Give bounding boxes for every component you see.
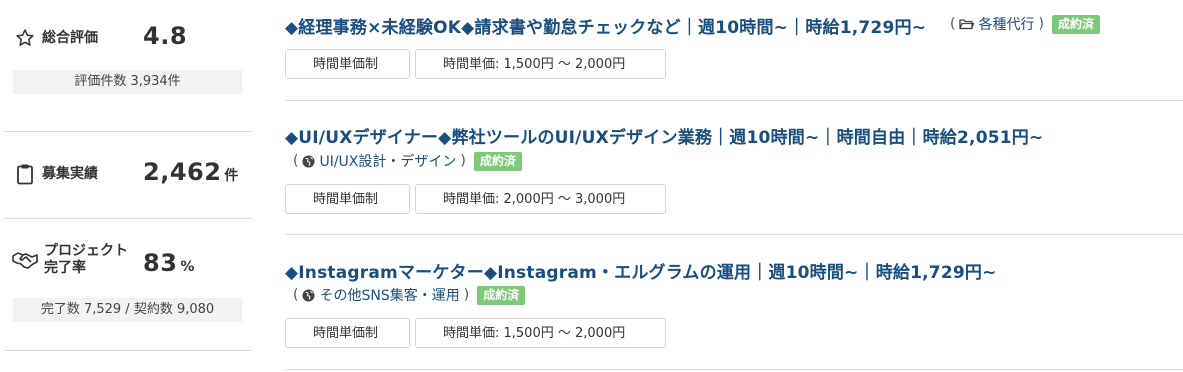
completion-label: プロジェクト 完了率 [44, 243, 128, 277]
job-title-link[interactable]: ◆Instagramマーケター◆Instagram・エルグラムの運用｜週10時間… [285, 258, 997, 283]
recruit-value: 2,462 件 [143, 158, 239, 186]
hourly-rate-tag: 時間単価: 1,500円 〜 2,000円 [415, 49, 666, 79]
clipboard-icon [14, 163, 36, 185]
job-category-line: ( 各種代行 ) 成約済 [950, 14, 1100, 34]
completion-label-line2: 完了率 [44, 260, 86, 276]
recruit-stat: 募集実績 2,462 件 [0, 132, 252, 218]
hourly-rate-tag: 時間単価: 1,500円 〜 2,000円 [415, 318, 666, 348]
rating-stat: 総合評価 4.8 評価件数 3,934件 [0, 0, 252, 131]
job-category-line: ( その他SNS集客・運用 ) 成約済 [293, 285, 526, 305]
pricing-type-tag: 時間単価制 [285, 49, 410, 79]
status-badge: 成約済 [477, 285, 526, 305]
completion-count: 完了数 7,529 / 契約数 9,080 [13, 298, 242, 322]
job-category-link[interactable]: その他SNS集客・運用 [302, 285, 460, 305]
folder-icon [959, 19, 975, 30]
job-title-link[interactable]: ◆UI/UXデザイナー◆弊社ツールのUI/UXデザイン業務｜週10時間~｜時間自… [285, 123, 1043, 148]
recruit-unit: 件 [224, 168, 239, 184]
recruit-label: 募集実績 [42, 165, 98, 182]
job-title-link[interactable]: ◆経理事務×未経験OK◆請求書や勤怠チェックなど｜週10時間~｜時給1,729円… [285, 13, 926, 38]
globe-icon [302, 288, 316, 302]
pricing-type-tag: 時間単価制 [285, 318, 410, 348]
status-badge: 成約済 [1051, 14, 1100, 34]
job-category-link[interactable]: 各種代行 [959, 14, 1034, 34]
job-divider [285, 369, 1183, 370]
paren-open: ( [950, 16, 956, 32]
handshake-icon [12, 249, 38, 271]
pricing-type-tag: 時間単価制 [285, 184, 410, 214]
stat-divider [4, 350, 252, 351]
recruit-number: 2,462 [143, 158, 222, 186]
paren-close: ) [460, 153, 466, 169]
completion-value: 83% [143, 249, 195, 277]
job-category-link[interactable]: UI/UX設計・デザイン [302, 151, 456, 171]
job-item: ◆経理事務×未経験OK◆請求書や勤怠チェックなど｜週10時間~｜時給1,729円… [285, 0, 1183, 100]
star-outline-icon [14, 27, 36, 49]
completion-number: 83 [143, 249, 178, 277]
paren-close: ) [1038, 16, 1044, 32]
globe-icon [302, 154, 316, 168]
job-list: ◆経理事務×未経験OK◆請求書や勤怠チェックなど｜週10時間~｜時給1,729円… [285, 0, 1183, 372]
job-category-label: 各種代行 [978, 17, 1035, 33]
completion-stat: プロジェクト 完了率 83% 完了数 7,529 / 契約数 9,080 [0, 219, 252, 350]
hourly-rate-tag: 時間単価: 2,000円 〜 3,000円 [415, 184, 666, 214]
rating-value: 4.8 [143, 22, 188, 50]
status-badge: 成約済 [473, 151, 522, 171]
completion-unit: % [180, 259, 195, 275]
job-category-label: その他SNS集客・運用 [319, 288, 460, 304]
paren-open: ( [293, 153, 299, 169]
job-item: ◆Instagramマーケター◆Instagram・エルグラムの運用｜週10時間… [285, 235, 1183, 369]
job-category-label: UI/UX設計・デザイン [319, 154, 457, 170]
job-item: ◆UI/UXデザイナー◆弊社ツールのUI/UXデザイン業務｜週10時間~｜時間自… [285, 101, 1183, 234]
stats-panel: 総合評価 4.8 評価件数 3,934件 募集実績 2,462 件 プロジェクト … [0, 0, 252, 372]
rating-label: 総合評価 [42, 29, 98, 46]
paren-close: ) [463, 287, 470, 303]
job-category-line: ( UI/UX設計・デザイン ) 成約済 [293, 151, 522, 171]
rating-count: 評価件数 3,934件 [13, 70, 242, 94]
completion-label-line1: プロジェクト [44, 243, 128, 259]
paren-open: ( [293, 287, 299, 303]
